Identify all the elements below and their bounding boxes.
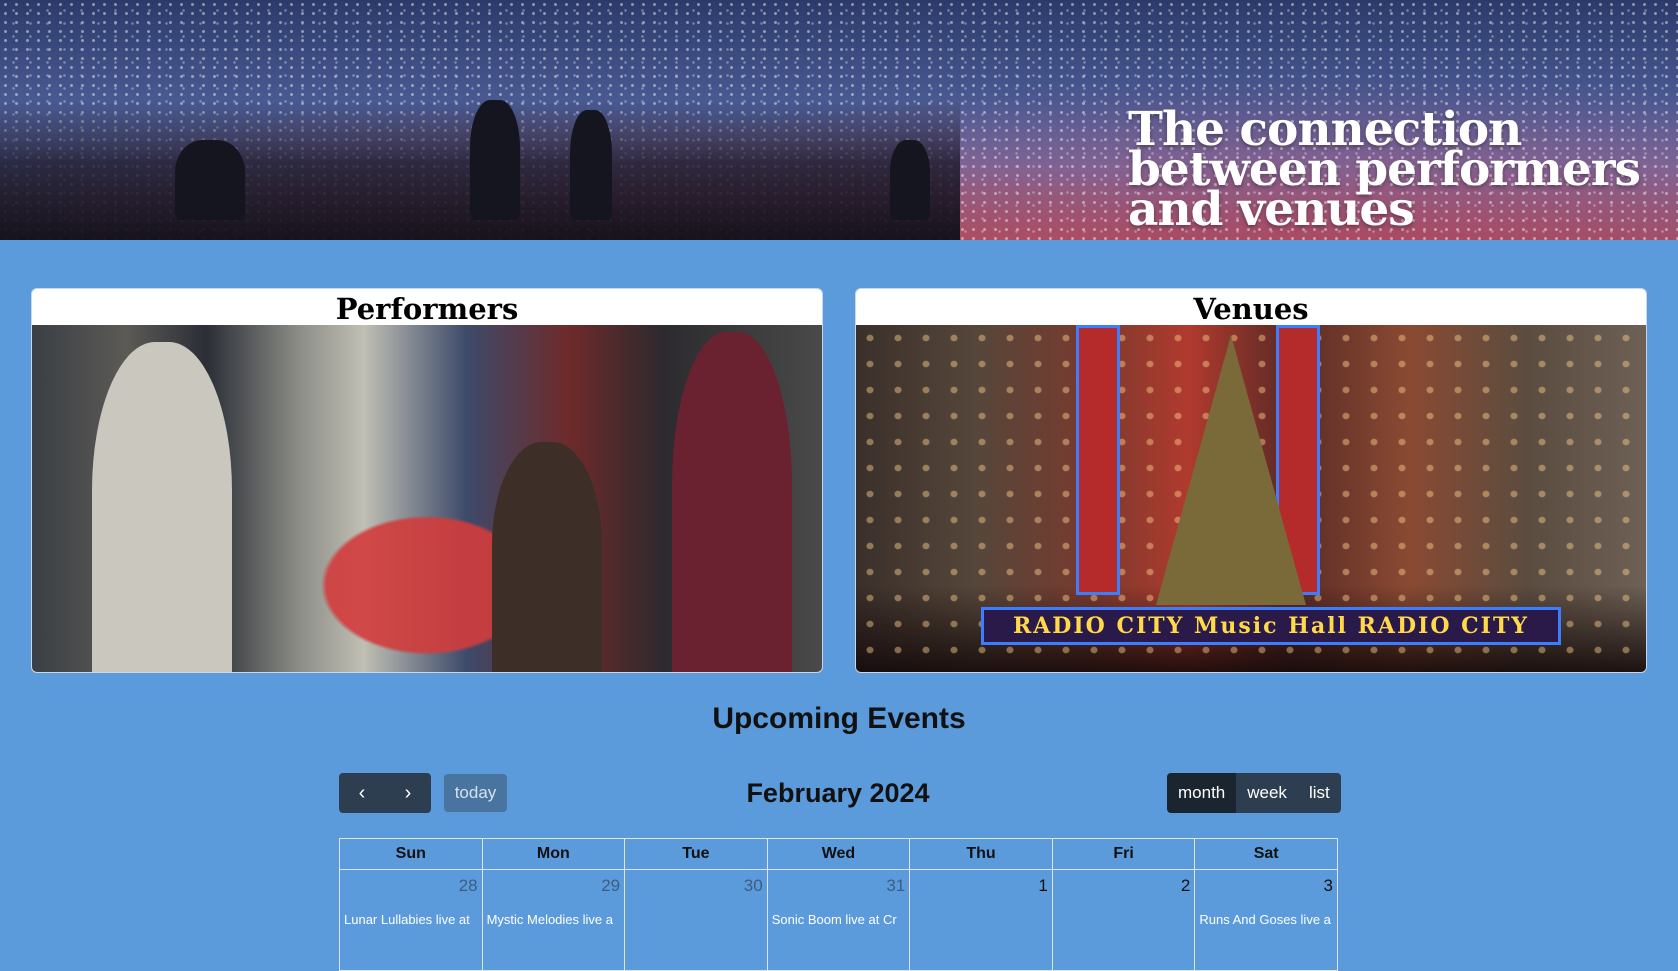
calendar-day-cell[interactable]: 28 Lunar Lullabies live at (339, 869, 483, 971)
view-week-button[interactable]: week (1236, 773, 1298, 813)
weekday-header: Fri (1051, 838, 1196, 870)
weekday-header: Wed (766, 838, 911, 870)
venues-image: RADIO CITY Music Hall RADIO CITY (856, 325, 1646, 672)
day-number[interactable]: 3 (1324, 876, 1333, 896)
weekday-header: Mon (481, 838, 626, 870)
calendar-grid: Sun Mon Tue Wed Thu Fri Sat 28 Lunar Lul… (339, 838, 1338, 971)
weekday-header: Thu (909, 838, 1053, 870)
performers-card-title: Performers (335, 292, 519, 326)
venues-card[interactable]: Venues RADIO CITY Music Hall RADIO CITY (855, 288, 1647, 673)
calendar-event[interactable]: Sonic Boom live at Cr (772, 912, 908, 927)
day-number[interactable]: 31 (886, 876, 905, 896)
calendar-view-group: month week list (1167, 773, 1341, 813)
view-month-button[interactable]: month (1167, 773, 1237, 813)
hero-title: The connection between performers and ve… (1128, 102, 1641, 237)
calendar-day-cell[interactable]: 3 Runs And Goses live a (1194, 869, 1338, 971)
calendar-day-cell[interactable]: 1 (909, 869, 1053, 971)
calendar-nav-group: ‹ › (339, 773, 431, 813)
today-button[interactable]: today (444, 774, 507, 812)
upcoming-events-heading: Upcoming Events (712, 702, 966, 735)
weekday-header: Sun (339, 838, 483, 870)
chevron-right-icon: › (404, 781, 412, 804)
weekday-header: Sat (1194, 838, 1338, 870)
day-number[interactable]: 30 (744, 876, 763, 896)
calendar-day-cell[interactable]: 30 (624, 869, 768, 971)
calendar-day-cell[interactable]: 29 Mystic Melodies live a (481, 869, 626, 971)
day-number[interactable]: 29 (601, 876, 620, 896)
weekday-header: Tue (624, 838, 768, 870)
hero-banner: The connection between performers and ve… (0, 0, 1678, 240)
day-number[interactable]: 28 (459, 876, 478, 896)
calendar-event[interactable]: Lunar Lullabies live at (344, 912, 480, 927)
stage-image (0, 100, 960, 240)
calendar-day-cell[interactable]: 31 Sonic Boom live at Cr (766, 869, 911, 971)
view-list-button[interactable]: list (1297, 773, 1341, 813)
calendar-event[interactable]: Runs And Goses live a (1199, 912, 1335, 927)
chevron-left-icon: ‹ (358, 781, 366, 804)
performers-image (32, 325, 822, 672)
prev-month-button[interactable]: ‹ (339, 773, 385, 813)
calendar-title: February 2024 (746, 778, 930, 808)
next-month-button[interactable]: › (385, 773, 431, 813)
calendar-event[interactable]: Mystic Melodies live a (487, 912, 623, 927)
calendar-day-cell[interactable]: 2 (1051, 869, 1196, 971)
calendar-week-row: 28 Lunar Lullabies live at 29 Mystic Mel… (339, 869, 1338, 971)
day-number[interactable]: 2 (1181, 876, 1190, 896)
venues-card-title: Venues (1193, 292, 1309, 326)
performers-card[interactable]: Performers (31, 288, 823, 673)
weekday-header-row: Sun Mon Tue Wed Thu Fri Sat (339, 838, 1338, 870)
day-number[interactable]: 1 (1038, 876, 1047, 896)
venue-marquee: RADIO CITY Music Hall RADIO CITY (981, 607, 1561, 645)
